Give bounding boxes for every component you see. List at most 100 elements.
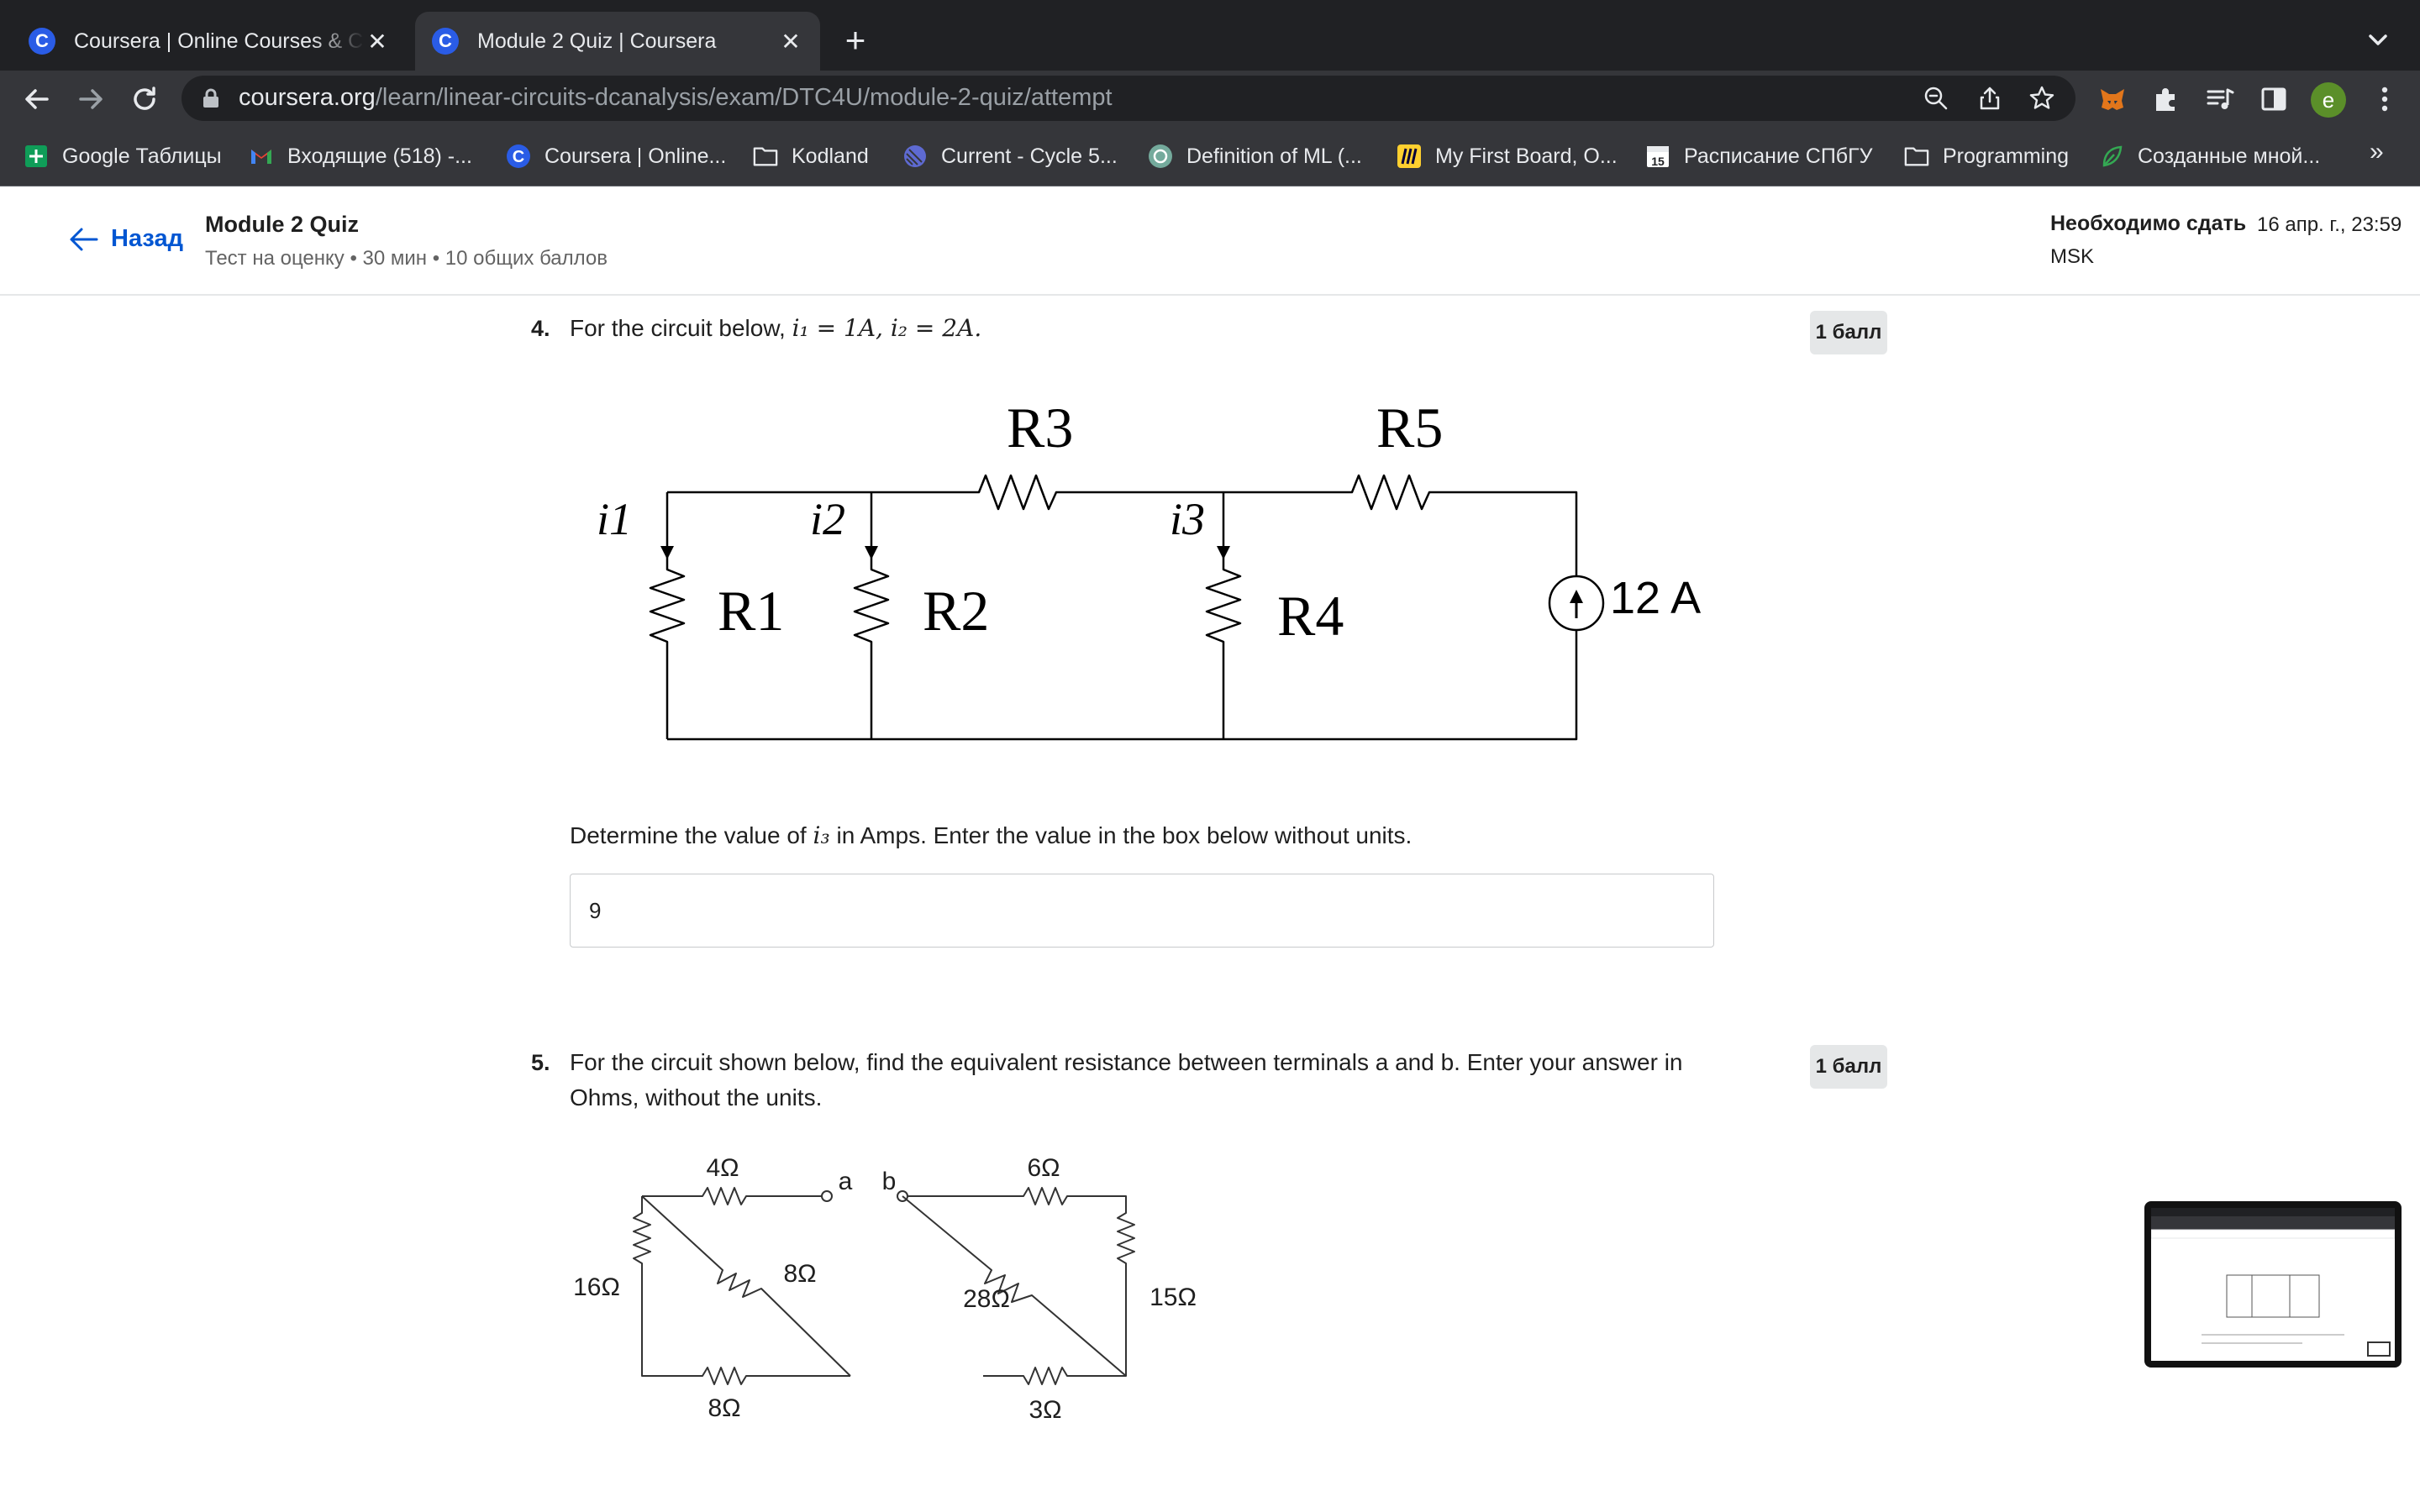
- folder-icon: [753, 144, 778, 169]
- browser-menu-icon[interactable]: [2368, 82, 2402, 116]
- quiz-header: Назад Module 2 Quiz Тест на оценку • 30 …: [0, 186, 2420, 296]
- bookmark-miro-board[interactable]: My First Board, O...: [1397, 126, 1618, 186]
- resistor-label-28ohm: 28Ω: [963, 1285, 1010, 1313]
- due-label: Необходимо сдать: [2050, 212, 2247, 235]
- resistor-label-r1: R1: [718, 579, 784, 643]
- terminal-b-label: b: [882, 1168, 897, 1195]
- metamask-extension-icon[interactable]: [2096, 82, 2129, 116]
- coursera-icon: C: [506, 144, 531, 169]
- resistor-label-r4: R4: [1277, 584, 1344, 648]
- bookmark-label: Расписание СПбГУ: [1684, 144, 1873, 168]
- side-panel-icon[interactable]: [2257, 82, 2291, 116]
- thumbnail-image: [2151, 1208, 2395, 1361]
- back-arrow-icon[interactable]: [20, 82, 54, 116]
- bookmark-spbu-schedule[interactable]: 15 Расписание СПбГУ: [1645, 126, 1873, 186]
- resistor-label-r2: R2: [923, 579, 989, 643]
- bookmark-gmail[interactable]: Входящие (518) -...: [249, 126, 472, 186]
- share-icon[interactable]: [1976, 85, 2003, 112]
- terminal-a-label: a: [839, 1168, 853, 1195]
- back-label: Назад: [111, 225, 183, 252]
- question-prompt: For the circuit shown below, find the eq…: [570, 1049, 1683, 1110]
- coursera-favicon-icon: C: [432, 28, 459, 55]
- current-label-i1: i1: [597, 494, 632, 544]
- miro-icon: [1397, 144, 1422, 169]
- linear-icon: [902, 144, 928, 169]
- coursera-favicon-icon: C: [29, 28, 55, 55]
- quiz-meta: Тест на оценку • 30 мин • 10 общих балло…: [205, 247, 608, 270]
- resistor-label-3ohm: 3Ω: [1028, 1396, 1061, 1424]
- resistor-label-r3: R3: [1007, 396, 1073, 459]
- openai-icon: [1148, 144, 1173, 169]
- bookmark-programming[interactable]: Programming: [1904, 126, 2069, 186]
- browser-tab-strip: C Coursera | Online Courses & Credential…: [0, 0, 2420, 71]
- resistor-label-16ohm: 16Ω: [573, 1273, 620, 1301]
- browser-toolbar: coursera.org/learn/linear-circuits-dcana…: [0, 71, 2420, 126]
- back-button[interactable]: Назад: [69, 225, 183, 253]
- due-date: 16 апр. г., 23:59: [2257, 213, 2402, 236]
- address-bar[interactable]: coursera.org/learn/linear-circuits-dcana…: [182, 76, 2075, 121]
- bookmark-label: Входящие (518) -...: [287, 144, 472, 168]
- more-bookmarks-button[interactable]: »: [2370, 138, 2384, 166]
- question-number: 4.: [531, 316, 550, 341]
- bookmark-label: Kodland: [792, 144, 869, 168]
- browser-tab-module-2-quiz[interactable]: C Module 2 Quiz | Coursera ✕: [415, 12, 820, 71]
- circuit-diagram-q5: 4Ω a b 6Ω 16Ω 8Ω 28Ω 15Ω 8Ω 3Ω: [573, 1154, 1197, 1424]
- url-text: coursera.org/learn/linear-circuits-dcana…: [239, 84, 1113, 111]
- bookmark-linear[interactable]: Current - Cycle 5...: [902, 126, 1118, 186]
- browser-tab-coursera-home[interactable]: C Coursera | Online Courses & Credential…: [12, 12, 407, 71]
- svg-text:15: 15: [1651, 155, 1665, 168]
- forward-arrow-icon[interactable]: [74, 82, 108, 116]
- zoom-out-icon[interactable]: [1923, 85, 1949, 112]
- bookmark-star-icon[interactable]: [2028, 85, 2055, 112]
- source-label: 12 A: [1610, 573, 1701, 623]
- resistor-label-4ohm: 4Ω: [706, 1154, 739, 1182]
- folder-icon: [1904, 144, 1929, 169]
- bookmark-label: Созданные мной...: [2138, 144, 2321, 168]
- media-queue-icon[interactable]: [2203, 82, 2237, 116]
- arrow-left-icon: [70, 228, 98, 250]
- close-tab-icon[interactable]: ✕: [365, 28, 390, 55]
- bookmark-definition-of-ml[interactable]: Definition of ML (...: [1148, 126, 1362, 186]
- due-timezone: MSK: [2050, 245, 2095, 268]
- current-label-i2: i2: [810, 494, 845, 544]
- bookmark-label: Coursera | Online...: [544, 144, 727, 168]
- leaf-icon: [2099, 144, 2124, 169]
- circuit-diagram-q4: i1 i2 i3 R1 R2 R3 R4 R5 12 A: [597, 396, 1701, 741]
- bookmark-created-by-me[interactable]: Созданные мной...: [2099, 126, 2320, 186]
- bookmarks-bar: Google Таблицы Входящие (518) -... C Cou…: [0, 126, 2420, 186]
- points-badge: 1 балл: [1810, 1045, 1887, 1089]
- resistor-label-6ohm: 6Ω: [1027, 1154, 1060, 1182]
- question-instruction: Determine the value of i₃ in Amps. Enter…: [570, 822, 1413, 849]
- resistor-label-8ohm-diagonal: 8Ω: [783, 1260, 816, 1288]
- extensions-puzzle-icon[interactable]: [2149, 82, 2183, 116]
- quiz-title: Module 2 Quiz: [205, 212, 360, 237]
- resistor-label-r5: R5: [1376, 396, 1443, 459]
- reload-icon[interactable]: [128, 82, 161, 116]
- question-number: 5.: [531, 1050, 550, 1075]
- bookmark-label: Definition of ML (...: [1186, 144, 1362, 168]
- svg-text:C: C: [513, 148, 524, 166]
- calendar-icon: 15: [1645, 144, 1670, 169]
- tab-search-chevron-icon[interactable]: [2361, 24, 2395, 57]
- bookmark-label: My First Board, O...: [1435, 144, 1618, 168]
- new-tab-button[interactable]: +: [837, 18, 874, 62]
- bookmark-label: Current - Cycle 5...: [941, 144, 1118, 168]
- profile-avatar[interactable]: e: [2311, 82, 2346, 118]
- close-tab-icon[interactable]: ✕: [778, 28, 803, 55]
- bookmark-google-sheets[interactable]: Google Таблицы: [24, 126, 222, 186]
- screenshot-thumbnail-preview[interactable]: [2144, 1201, 2402, 1368]
- sheets-icon: [24, 144, 49, 169]
- current-label-i3: i3: [1170, 494, 1205, 544]
- resistor-label-8ohm-bottom: 8Ω: [708, 1394, 740, 1422]
- bookmark-label: Programming: [1943, 144, 2070, 168]
- bookmark-label: Google Таблицы: [62, 144, 222, 168]
- bookmark-kodland[interactable]: Kodland: [753, 126, 869, 186]
- tab-title: Module 2 Quiz | Coursera: [477, 29, 717, 53]
- gmail-icon: [249, 144, 274, 169]
- tab-title: Coursera | Online Courses & Credentials: [74, 29, 365, 53]
- answer-input[interactable]: 9: [570, 874, 1714, 948]
- lock-icon[interactable]: [202, 88, 220, 108]
- question-prompt: For the circuit below, i₁ = 1A, i₂ = 2A.: [570, 314, 982, 342]
- points-badge: 1 балл: [1810, 311, 1887, 354]
- bookmark-coursera[interactable]: C Coursera | Online...: [506, 126, 726, 186]
